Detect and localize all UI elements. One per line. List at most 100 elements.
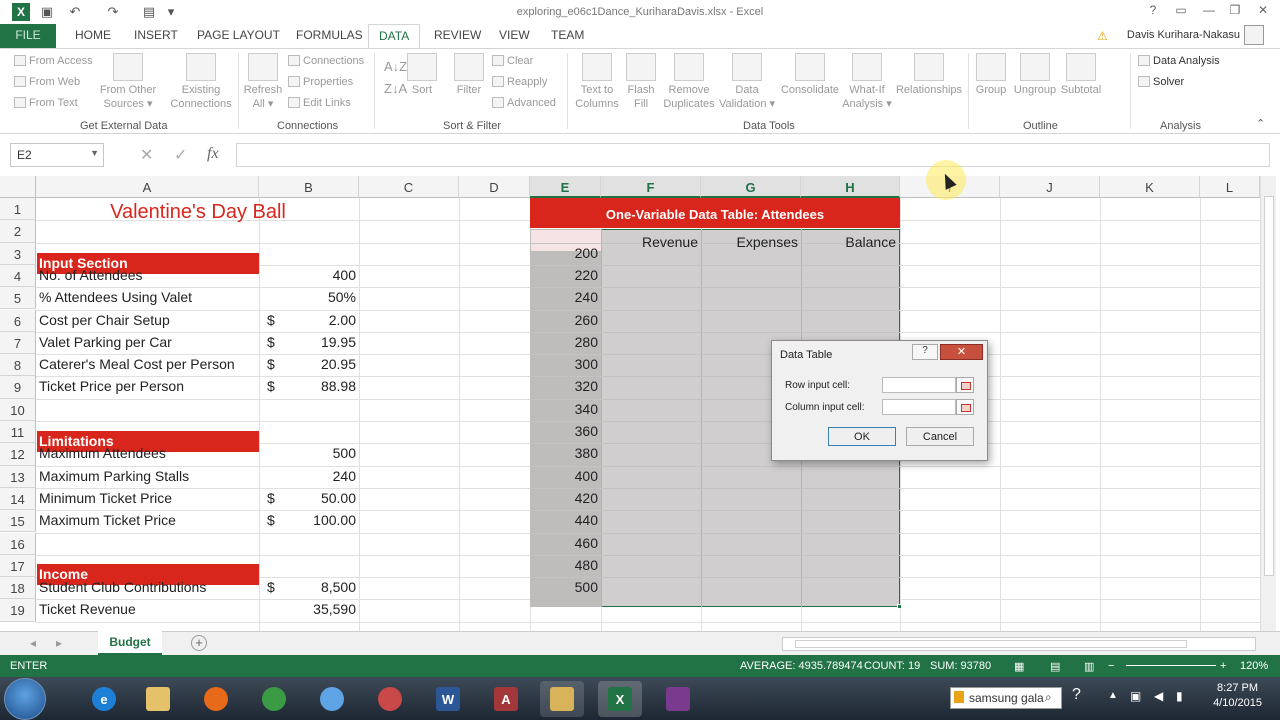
cell-value[interactable]: 19.95	[262, 334, 356, 350]
tray-expand-icon[interactable]: ▲	[1108, 690, 1118, 701]
tab-data[interactable]: DATA	[368, 24, 421, 49]
column-header-l[interactable]: L	[1200, 176, 1260, 198]
scroll-sheets-right-icon[interactable]: ▸	[56, 636, 62, 650]
restore-button[interactable]: ❐	[1222, 3, 1248, 21]
cell-value[interactable]: 8,500	[262, 579, 356, 595]
zoom-slider[interactable]	[1126, 665, 1216, 666]
column-header-e[interactable]: E	[530, 176, 601, 198]
sort-az-icon[interactable]: A↓Z	[384, 59, 407, 74]
cell-label[interactable]: No. of Attendees	[39, 267, 143, 283]
vertical-scrollbar[interactable]	[1260, 176, 1276, 631]
attendee-value-cell[interactable]: 500	[536, 579, 598, 595]
data-table-header-expenses[interactable]: Expenses	[710, 234, 798, 250]
network-icon[interactable]: ▣	[1130, 689, 1141, 703]
properties-button[interactable]: Properties	[288, 76, 353, 88]
add-sheet-button[interactable]: +	[191, 635, 207, 651]
attendee-value-cell[interactable]: 460	[536, 535, 598, 551]
horizontal-scrollbar[interactable]	[782, 637, 1256, 651]
connections-button[interactable]: Connections	[288, 55, 364, 67]
consolidate-button[interactable]: Consolidate	[778, 53, 842, 97]
row-header-3[interactable]: 3	[0, 242, 36, 265]
data-table-header-revenue[interactable]: Revenue	[610, 234, 698, 250]
edit-links-button[interactable]: Edit Links	[288, 97, 351, 109]
tab-team[interactable]: TEAM	[551, 28, 584, 42]
cell-value[interactable]: 20.95	[262, 356, 356, 372]
vertical-scroll-thumb[interactable]	[1264, 196, 1274, 576]
cell-label[interactable]: Maximum Ticket Price	[39, 512, 176, 528]
cell-value[interactable]: 50.00	[262, 490, 356, 506]
user-name[interactable]: Davis Kurihara-Nakasu	[1127, 29, 1240, 41]
cell-value[interactable]: 500	[262, 445, 356, 461]
data-analysis-button[interactable]: Data Analysis	[1138, 55, 1220, 67]
column-header-d[interactable]: D	[459, 176, 530, 198]
cell-label[interactable]: Cost per Chair Setup	[39, 312, 170, 328]
sheet-title[interactable]: Valentine's Day Ball	[37, 201, 359, 224]
cancel-button[interactable]: Cancel	[906, 427, 974, 446]
row-header-11[interactable]: 11	[0, 421, 36, 444]
attendee-value-cell[interactable]: 280	[536, 334, 598, 350]
help-tray-icon[interactable]: ?	[1072, 686, 1081, 704]
cell-value[interactable]: 100.00	[262, 512, 356, 528]
select-all-corner[interactable]	[0, 176, 36, 198]
row-header-10[interactable]: 10	[0, 398, 36, 421]
cell-label[interactable]: Valet Parking per Car	[39, 334, 172, 350]
sort-button[interactable]: Sort	[406, 53, 438, 97]
attendee-value-cell[interactable]: 440	[536, 512, 598, 528]
attendee-value-cell[interactable]: 400	[536, 468, 598, 484]
ungroup-button[interactable]: Ungroup	[1012, 53, 1058, 97]
help-button[interactable]: ?	[1140, 3, 1166, 21]
row-header-4[interactable]: 4	[0, 264, 36, 288]
cancel-entry-icon[interactable]: ✕	[140, 145, 153, 165]
minimize-button[interactable]: —	[1196, 3, 1222, 21]
cell-label[interactable]: Ticket Price per Person	[39, 378, 184, 394]
column-input-collapse-icon[interactable]	[956, 399, 974, 415]
word-icon[interactable]: W	[426, 681, 470, 717]
row-header-19[interactable]: 19	[0, 599, 36, 622]
existing-connections-button[interactable]: Existing Connections	[168, 53, 234, 111]
confirm-entry-icon[interactable]: ✓	[174, 145, 187, 165]
signal-icon[interactable]: ▮	[1176, 689, 1183, 703]
row-header-7[interactable]: 7	[0, 331, 36, 355]
cell-label[interactable]: Maximum Attendees	[39, 445, 166, 461]
group-button[interactable]: Group	[972, 53, 1010, 97]
attendee-value-cell[interactable]: 480	[536, 557, 598, 573]
attendee-value-cell[interactable]: 220	[536, 267, 598, 283]
column-header-k[interactable]: K	[1100, 176, 1200, 198]
access-app-icon[interactable]: A	[484, 681, 528, 717]
sort-za-icon[interactable]: Z↓A	[384, 81, 407, 96]
excel-taskbar-icon[interactable]: X	[598, 681, 642, 717]
start-button[interactable]	[4, 678, 46, 720]
tab-insert[interactable]: INSERT	[134, 28, 178, 42]
avatar[interactable]	[1244, 25, 1264, 45]
ribbon-display-button[interactable]: ▭	[1168, 3, 1194, 21]
search-icon[interactable]: ⌕	[1045, 690, 1052, 705]
row-header-13[interactable]: 13	[0, 465, 36, 488]
row-input-collapse-icon[interactable]	[956, 377, 974, 393]
row-header-6[interactable]: 6	[0, 309, 36, 332]
dialog-help-button[interactable]: ?	[912, 344, 938, 360]
from-web-button[interactable]: From Web	[14, 76, 80, 88]
ie-icon[interactable]: e	[82, 681, 126, 717]
data-table-title[interactable]: One-Variable Data Table: Attendees	[530, 198, 900, 228]
column-header-a[interactable]: A	[36, 176, 259, 198]
attendee-value-cell[interactable]: 300	[536, 356, 598, 372]
sheet-tab-budget[interactable]: Budget	[98, 631, 162, 655]
advanced-button[interactable]: Advanced	[492, 97, 556, 109]
relationships-button[interactable]: Relationships	[894, 53, 964, 97]
row-header-2[interactable]: 2	[0, 220, 36, 243]
volume-icon[interactable]: ◀	[1154, 689, 1163, 703]
tab-review[interactable]: REVIEW	[434, 28, 481, 42]
attendee-value-cell[interactable]: 340	[536, 401, 598, 417]
text-to-columns-button[interactable]: Text to Columns	[572, 53, 622, 111]
zoom-level[interactable]: 120%	[1240, 660, 1268, 672]
formula-input[interactable]	[236, 143, 1270, 167]
cell-value[interactable]: 35,590	[262, 601, 356, 617]
page-layout-view-icon[interactable]: ▤	[1050, 660, 1060, 673]
attendee-value-cell[interactable]: 200	[536, 245, 598, 261]
cell-value[interactable]: 240	[262, 468, 356, 484]
media-icon[interactable]	[540, 681, 584, 717]
refresh-all-button[interactable]: Refresh All ▾	[240, 53, 286, 111]
column-header-j[interactable]: J	[1000, 176, 1100, 198]
from-other-sources-button[interactable]: From Other Sources ▾	[98, 53, 158, 111]
column-header-f[interactable]: F	[601, 176, 701, 198]
